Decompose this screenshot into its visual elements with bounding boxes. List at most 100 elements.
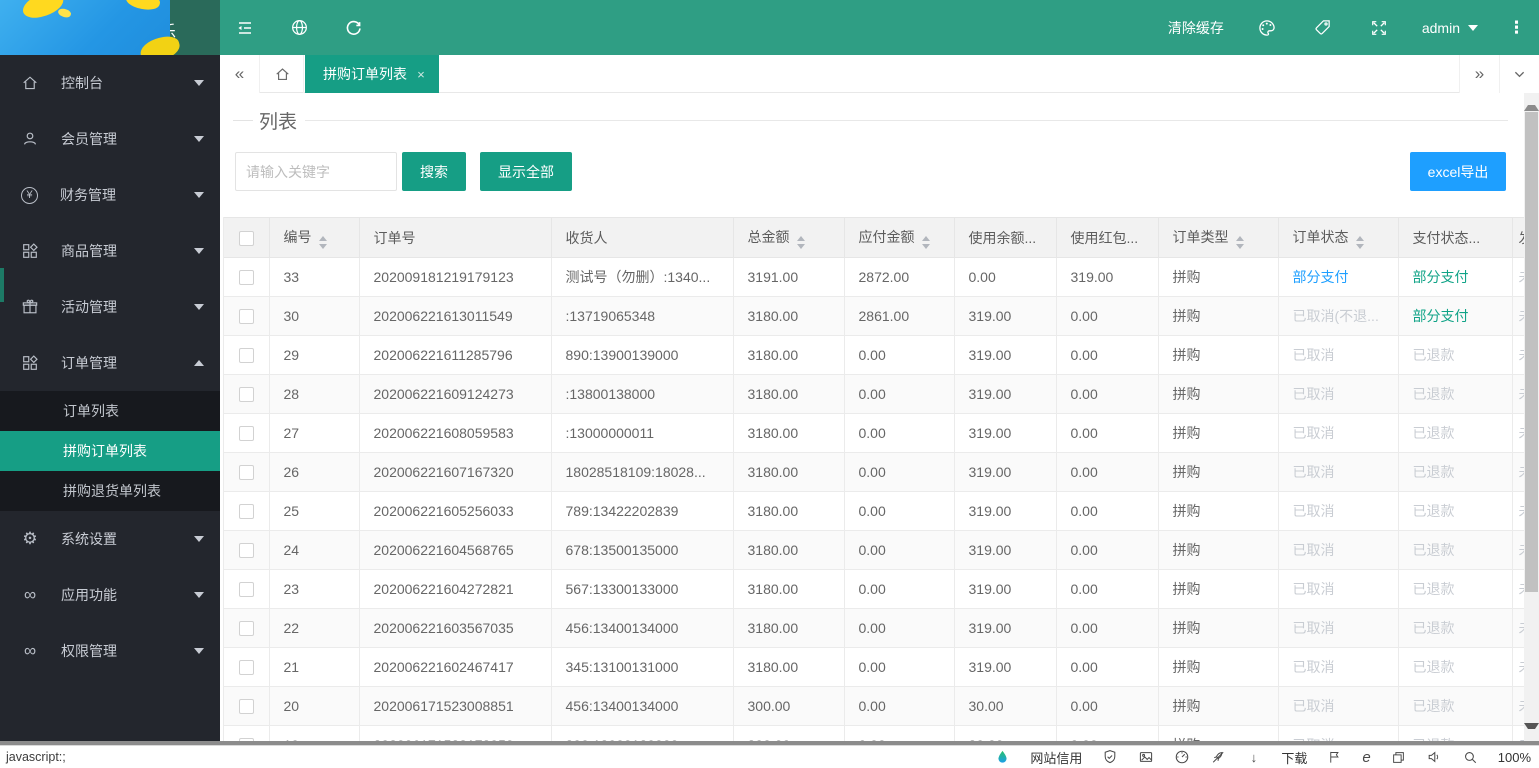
cell-red-packet: 0.00	[1056, 569, 1159, 609]
excel-export-button[interactable]: excel导出	[1410, 152, 1506, 191]
search-icon[interactable]	[1462, 749, 1479, 766]
site-credit-button[interactable]: 网站信用	[1030, 748, 1082, 767]
cell-total: 300.00	[733, 686, 845, 726]
menu-fold-icon[interactable]	[232, 15, 258, 41]
download-button[interactable]: 下载	[1281, 748, 1307, 767]
palette-icon[interactable]	[1254, 15, 1280, 41]
scroll-up-arrow-icon[interactable]	[1524, 95, 1539, 111]
sort-icon[interactable]	[1355, 235, 1364, 249]
row-checkbox[interactable]	[238, 582, 254, 598]
sidebar-item-console[interactable]: 控制台	[0, 55, 220, 111]
cell-order-type: 拼购	[1158, 257, 1279, 297]
cell-id: 19	[269, 725, 360, 741]
image-icon[interactable]	[1137, 749, 1154, 766]
ie-icon[interactable]: e	[1362, 749, 1370, 766]
admin-user-menu[interactable]: admin	[1422, 20, 1478, 36]
column-header[interactable]: 应付金额	[844, 217, 955, 258]
chevron-down-icon	[194, 536, 204, 542]
row-checkbox[interactable]	[238, 270, 254, 286]
username: admin	[1421, 19, 1460, 36]
row-checkbox[interactable]	[238, 465, 254, 481]
clear-cache-button[interactable]: 清除缓存	[1168, 18, 1224, 38]
sidebar-item-members[interactable]: 会员管理	[0, 111, 220, 167]
download-arrow-icon[interactable]: ↓	[1245, 749, 1262, 766]
tabs-menu-button[interactable]	[1499, 55, 1539, 93]
chevron-down-icon	[194, 592, 204, 598]
cell-receiver: 测试号（勿删）:1340...	[551, 257, 734, 297]
refresh-icon[interactable]	[340, 15, 366, 41]
sidebar-item-goods[interactable]: 商品管理	[0, 223, 220, 279]
row-checkbox[interactable]	[238, 543, 254, 559]
column-header[interactable]: 订单类型	[1158, 217, 1279, 258]
scroll-down-arrow-icon[interactable]	[1524, 723, 1539, 739]
row-checkbox[interactable]	[238, 426, 254, 442]
cell-order-no: 202006221602467417	[359, 647, 552, 687]
water-drop-icon[interactable]	[994, 749, 1011, 766]
row-checkbox[interactable]	[238, 309, 254, 325]
sidebar-subitem[interactable]: 拼购订单列表	[0, 431, 220, 471]
scrollbar-thumb[interactable]	[1525, 112, 1538, 592]
pay-status: 已退款	[1412, 698, 1455, 714]
table-row: 19202006171522173050890:13900139000300.0…	[224, 725, 1524, 741]
content-scrollbar[interactable]	[1524, 93, 1539, 741]
sort-icon[interactable]	[796, 235, 805, 249]
row-checkbox[interactable]	[238, 387, 254, 403]
table-row: 33 202009181219179123 测试号（勿删）:1340... 3191.…	[224, 257, 1524, 297]
fullscreen-icon[interactable]	[1366, 15, 1392, 41]
gauge-icon[interactable]	[1173, 749, 1190, 766]
sidebar-item-system[interactable]: ⚙ 系统设置	[0, 511, 220, 567]
column-header[interactable]: 总金额	[733, 217, 845, 258]
more-vertical-icon[interactable]: ⋮	[1508, 18, 1525, 38]
row-checkbox[interactable]	[238, 621, 254, 637]
show-all-button[interactable]: 显示全部	[480, 152, 572, 191]
cell-red-packet: 0.00	[1056, 335, 1159, 375]
sidebar-item-apps[interactable]: ∞ 应用功能	[0, 567, 220, 623]
row-checkbox[interactable]	[238, 660, 254, 676]
column-header[interactable]: 订单状态	[1278, 217, 1399, 258]
sidebar-subitem[interactable]: 订单列表	[0, 391, 220, 431]
search-button[interactable]: 搜索	[402, 152, 466, 191]
tabs-collapse-left-button[interactable]: «	[220, 55, 260, 93]
sidebar-item-auth[interactable]: ∞ 权限管理	[0, 623, 220, 679]
globe-icon[interactable]	[286, 15, 312, 41]
order-status[interactable]: 部分支付	[1293, 269, 1349, 285]
zoom-level[interactable]: 100%	[1498, 750, 1531, 765]
home-tab[interactable]	[261, 55, 304, 93]
tag-icon[interactable]	[1310, 15, 1336, 41]
cell-id: 24	[269, 530, 360, 570]
order-status: 已取消(不退...	[1292, 308, 1379, 324]
row-checkbox[interactable]	[238, 699, 254, 715]
cell-balance: 30.00	[954, 686, 1057, 726]
cell-total: 3180.00	[733, 569, 845, 609]
sidebar-subitem[interactable]: 拼购退货单列表	[0, 471, 220, 511]
statusbar-tools: 网站信用 ↓ 下载 e 100%	[994, 748, 1531, 767]
column-header[interactable]: 编号	[269, 217, 360, 258]
sort-icon[interactable]	[1235, 235, 1244, 249]
column-header: 使用红包...	[1056, 217, 1159, 258]
table-row: 28 202006221609124273:13800138000 3180.00 0…	[224, 374, 1524, 414]
active-tab[interactable]: 拼购订单列表 ×	[305, 55, 439, 93]
sidebar-item-label: 订单管理	[61, 355, 117, 371]
cell-order-type: 拼购	[1158, 413, 1279, 453]
flag-icon[interactable]	[1326, 749, 1343, 766]
cell-red-packet: 0.00	[1056, 296, 1159, 336]
window-restore-icon[interactable]	[1390, 749, 1407, 766]
shield-icon[interactable]	[1101, 749, 1118, 766]
sidebar-item-orders[interactable]: 订单管理	[0, 335, 220, 391]
tabs-forward-button[interactable]: »	[1459, 55, 1499, 93]
content-panel: 列表 搜索 显示全部 excel导出 编号订单号收货人总金额应付金额使用余额..…	[220, 93, 1539, 741]
row-checkbox[interactable]	[238, 348, 254, 364]
rocket-blocked-icon[interactable]	[1209, 749, 1226, 766]
sidebar-item-finance[interactable]: ¥ 财务管理	[0, 167, 220, 223]
search-input[interactable]	[235, 152, 397, 191]
sort-icon[interactable]	[318, 235, 327, 249]
select-all-checkbox[interactable]	[238, 230, 254, 246]
sidebar: 控制台 会员管理 ¥ 财务管理 商品管理 活动管理订单管理订单列表 拼购订单列表 拼购退货单列…	[0, 55, 220, 741]
sidebar-scroll-indicator	[0, 268, 4, 302]
row-checkbox[interactable]	[238, 504, 254, 520]
sidebar-item-activity[interactable]: 活动管理	[0, 279, 220, 335]
close-icon[interactable]: ×	[417, 67, 425, 82]
sort-icon[interactable]	[921, 235, 930, 249]
speaker-icon[interactable]	[1426, 749, 1443, 766]
cell-order-type: 拼购	[1158, 374, 1279, 414]
